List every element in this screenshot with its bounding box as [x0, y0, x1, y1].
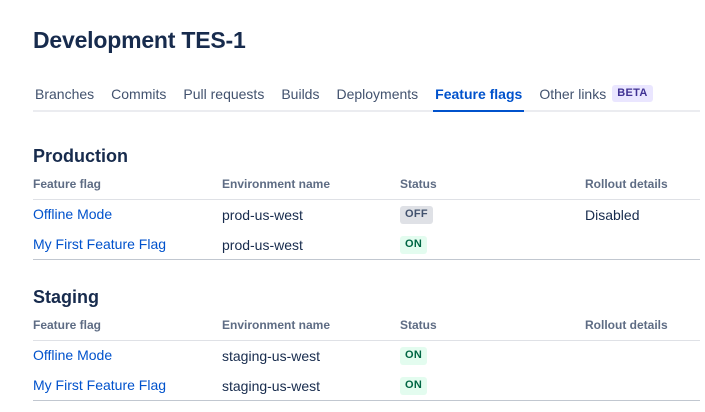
- status-badge: ON: [400, 347, 427, 365]
- column-header-feature-flag: Feature flag: [33, 318, 222, 332]
- table-row: Offline Mode prod-us-west OFF Disabled: [33, 200, 700, 230]
- development-panel: Development TES-1 Branches Commits Pull …: [0, 0, 705, 401]
- status-badge: ON: [400, 236, 427, 254]
- column-header-environment-name: Environment name: [222, 177, 400, 191]
- environment-name: prod-us-west: [222, 207, 400, 223]
- environment-name: staging-us-west: [222, 348, 400, 364]
- column-header-rollout-details: Rollout details: [585, 318, 700, 332]
- section-heading-staging: Staging: [33, 287, 700, 308]
- feature-flag-link[interactable]: My First Feature Flag: [33, 377, 166, 393]
- environment-name: staging-us-west: [222, 378, 400, 394]
- feature-flag-link[interactable]: My First Feature Flag: [33, 236, 166, 252]
- beta-badge: BETA: [612, 85, 652, 102]
- column-header-environment-name: Environment name: [222, 318, 400, 332]
- section-staging: Staging Feature flag Environment name St…: [33, 287, 700, 401]
- staging-feature-flag-table: Feature flag Environment name Status Rol…: [33, 318, 700, 401]
- tab-pull-requests[interactable]: Pull requests: [181, 86, 266, 112]
- table-header-row: Feature flag Environment name Status Rol…: [33, 318, 700, 341]
- feature-flag-link[interactable]: Offline Mode: [33, 206, 112, 222]
- status-badge: OFF: [400, 206, 433, 224]
- column-header-rollout-details: Rollout details: [585, 177, 700, 191]
- table-header-row: Feature flag Environment name Status Rol…: [33, 177, 700, 200]
- section-production: Production Feature flag Environment name…: [33, 146, 700, 260]
- tab-other-links-label: Other links: [539, 86, 606, 102]
- tab-feature-flags[interactable]: Feature flags: [433, 86, 524, 112]
- tab-deployments[interactable]: Deployments: [334, 86, 420, 112]
- feature-flag-link[interactable]: Offline Mode: [33, 347, 112, 363]
- tab-builds[interactable]: Builds: [279, 86, 321, 112]
- table-row: My First Feature Flag prod-us-west ON: [33, 230, 700, 260]
- tab-commits[interactable]: Commits: [109, 86, 168, 112]
- column-header-status: Status: [400, 177, 585, 191]
- section-heading-production: Production: [33, 146, 700, 167]
- tab-other-links[interactable]: Other links BETA: [537, 85, 654, 112]
- status-badge: ON: [400, 377, 427, 395]
- table-row: Offline Mode staging-us-west ON: [33, 341, 700, 371]
- table-row: My First Feature Flag staging-us-west ON: [33, 371, 700, 401]
- page-title: Development TES-1: [33, 27, 700, 54]
- tab-branches[interactable]: Branches: [33, 86, 96, 112]
- column-header-feature-flag: Feature flag: [33, 177, 222, 191]
- production-feature-flag-table: Feature flag Environment name Status Rol…: [33, 177, 700, 260]
- environment-name: prod-us-west: [222, 237, 400, 253]
- column-header-status: Status: [400, 318, 585, 332]
- rollout-details: Disabled: [585, 207, 700, 223]
- tab-bar: Branches Commits Pull requests Builds De…: [33, 85, 700, 112]
